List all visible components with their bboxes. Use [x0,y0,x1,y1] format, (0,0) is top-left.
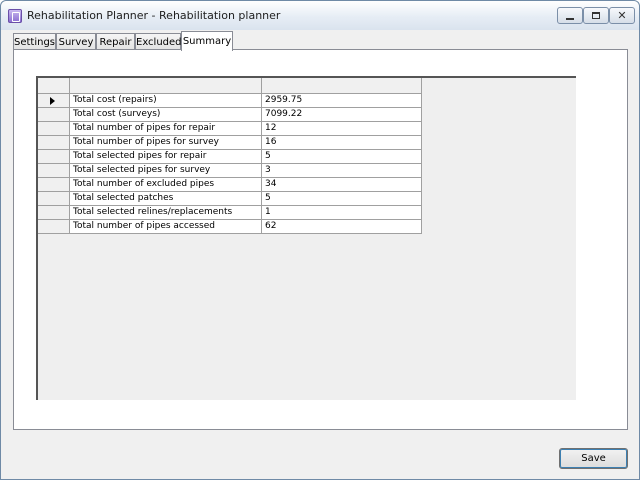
close-button[interactable]: ✕ [609,7,635,24]
minimize-button[interactable] [557,7,583,24]
row-selector[interactable] [38,150,70,164]
row-name-cell[interactable]: Total selected pipes for survey [70,164,262,178]
table-row[interactable]: Total number of pipes for repair 12 [38,122,422,136]
row-value-cell[interactable]: 1 [262,206,422,220]
row-name-cell[interactable]: Total cost (surveys) [70,108,262,122]
table-row[interactable]: Total number of pipes for survey 16 [38,136,422,150]
minimize-icon [566,17,574,20]
save-button[interactable]: Save [559,448,628,469]
summary-grid[interactable]: Total cost (repairs) 2959.75 Total cost … [36,76,576,400]
header-corner-cell[interactable] [38,78,70,94]
row-selector[interactable] [38,164,70,178]
maximize-icon [592,12,600,19]
table-row[interactable]: Total cost (repairs) 2959.75 [38,94,422,108]
row-value-cell[interactable]: 2959.75 [262,94,422,108]
row-selector[interactable] [38,108,70,122]
table-row[interactable]: Total selected pipes for repair 5 [38,150,422,164]
row-value-cell[interactable]: 5 [262,192,422,206]
row-selector[interactable] [38,122,70,136]
close-icon: ✕ [617,9,627,22]
row-name-cell[interactable]: Total selected relines/replacements [70,206,262,220]
row-name-cell[interactable]: Total number of pipes for repair [70,122,262,136]
tab-summary[interactable]: Summary [181,31,233,51]
table-row[interactable]: Total cost (surveys) 7099.22 [38,108,422,122]
main-window: Rehabilitation Planner - Rehabilitation … [0,0,640,480]
row-selector[interactable] [38,94,70,108]
row-value-cell[interactable]: 5 [262,150,422,164]
row-name-cell[interactable]: Total number of excluded pipes [70,178,262,192]
window-title: Rehabilitation Planner - Rehabilitation … [27,9,281,22]
table-row[interactable]: Total selected relines/replacements 1 [38,206,422,220]
tab-repair[interactable]: Repair [96,33,135,50]
grid-header-row [38,78,422,94]
tab-settings[interactable]: Settings [13,33,56,50]
row-selector[interactable] [38,178,70,192]
row-value-cell[interactable]: 16 [262,136,422,150]
row-selector[interactable] [38,206,70,220]
title-bar[interactable]: Rehabilitation Planner - Rehabilitation … [1,1,639,30]
row-value-cell[interactable]: 62 [262,220,422,234]
row-selector[interactable] [38,220,70,234]
app-icon [8,9,22,23]
maximize-button[interactable] [583,7,609,24]
current-row-arrow-icon [50,97,55,105]
tab-survey[interactable]: Survey [56,33,96,50]
header-value-cell[interactable] [262,78,422,94]
row-name-cell[interactable]: Total selected patches [70,192,262,206]
row-name-cell[interactable]: Total number of pipes accessed [70,220,262,234]
table-row[interactable]: Total selected patches 5 [38,192,422,206]
table-row[interactable]: Total number of excluded pipes 34 [38,178,422,192]
row-name-cell[interactable]: Total cost (repairs) [70,94,262,108]
header-name-cell[interactable] [70,78,262,94]
tab-excluded[interactable]: Excluded [135,33,182,50]
row-value-cell[interactable]: 7099.22 [262,108,422,122]
row-value-cell[interactable]: 34 [262,178,422,192]
row-value-cell[interactable]: 12 [262,122,422,136]
row-selector[interactable] [38,136,70,150]
row-selector[interactable] [38,192,70,206]
row-name-cell[interactable]: Total number of pipes for survey [70,136,262,150]
summary-panel: Total cost (repairs) 2959.75 Total cost … [13,49,628,430]
table-row[interactable]: Total number of pipes accessed 62 [38,220,422,234]
row-value-cell[interactable]: 3 [262,164,422,178]
row-name-cell[interactable]: Total selected pipes for repair [70,150,262,164]
table-row[interactable]: Total selected pipes for survey 3 [38,164,422,178]
